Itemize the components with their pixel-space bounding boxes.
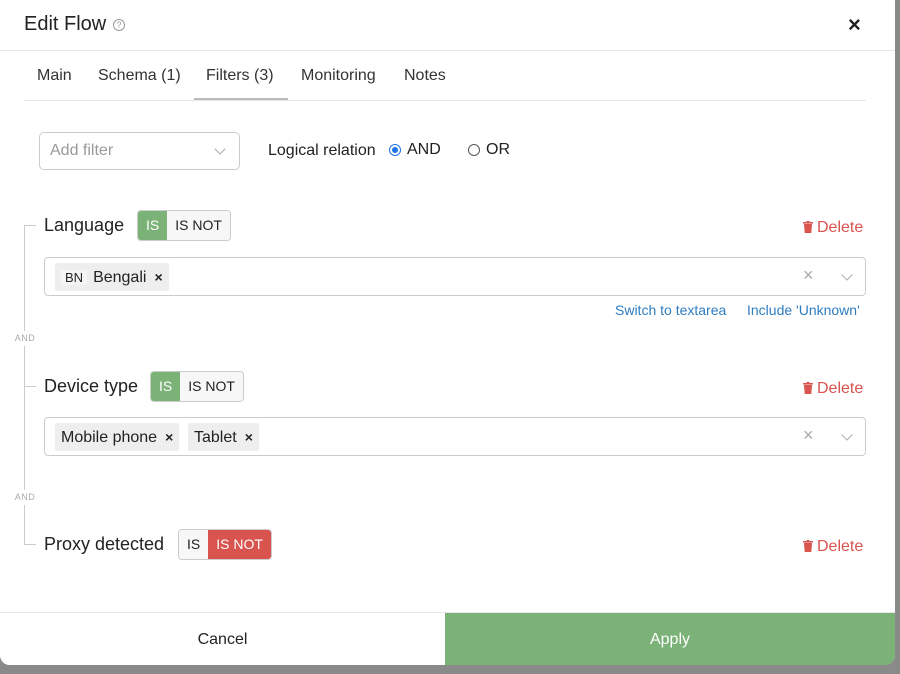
chip-tablet: Tablet × (188, 423, 259, 451)
chip-label: Tablet (194, 429, 237, 446)
is-option[interactable]: IS (151, 372, 181, 401)
is-toggle-proxy-detected: IS IS NOT (178, 529, 272, 560)
add-filter-placeholder: Add filter (50, 142, 114, 159)
modal-footer: Cancel Apply (0, 612, 895, 665)
is-not-option[interactable]: IS NOT (180, 372, 243, 401)
trash-icon (803, 221, 813, 233)
delete-label: Delete (817, 538, 864, 555)
is-toggle-device-type: IS IS NOT (150, 371, 244, 402)
clear-icon[interactable]: × (803, 425, 814, 446)
edit-flow-modal: Edit Flow ? × Main Schema (1) Filters (3… (0, 0, 895, 665)
filter-label-proxy-detected: Proxy detected (44, 534, 165, 554)
modal-header: Edit Flow ? × (0, 0, 895, 51)
language-multiselect[interactable]: BN Bengali × × (44, 257, 866, 296)
cancel-button[interactable]: Cancel (0, 613, 445, 665)
tree-connector (24, 386, 36, 387)
and-separator: AND (9, 331, 41, 346)
chip-remove-icon[interactable]: × (245, 429, 253, 445)
is-option[interactable]: IS (138, 211, 168, 240)
delete-filter-proxy-detected[interactable]: Delete (803, 538, 863, 556)
chevron-down-icon[interactable] (841, 429, 853, 441)
is-toggle-language: IS IS NOT (137, 210, 231, 241)
include-unknown-link[interactable]: Include 'Unknown' (747, 302, 860, 318)
radio-or[interactable] (468, 144, 480, 156)
tab-bar: Main Schema (1) Filters (3) Monitoring N… (24, 52, 866, 101)
language-code: BN (61, 270, 88, 285)
is-not-option[interactable]: IS NOT (167, 211, 230, 240)
modal-title: Edit Flow (24, 13, 107, 35)
is-option[interactable]: IS (179, 530, 209, 559)
tab-schema[interactable]: Schema (1) (98, 67, 181, 85)
tab-filters[interactable]: Filters (3) (206, 67, 274, 85)
switch-to-textarea-link[interactable]: Switch to textarea (615, 302, 726, 318)
chip-bengali: BN Bengali × (55, 263, 169, 291)
chip-label: Bengali (93, 269, 147, 286)
add-filter-select[interactable]: Add filter (39, 132, 240, 170)
radio-and-label[interactable]: AND (407, 141, 441, 159)
trash-icon (803, 540, 813, 552)
trash-icon (803, 382, 813, 394)
active-tab-indicator (194, 98, 288, 100)
filter-label-device-type: Device type (44, 376, 139, 396)
tab-notes[interactable]: Notes (404, 67, 446, 85)
apply-button[interactable]: Apply (445, 613, 895, 665)
delete-label: Delete (817, 380, 864, 397)
close-icon[interactable]: × (848, 12, 861, 38)
filter-label-language: Language (44, 215, 125, 235)
clear-icon[interactable]: × (803, 265, 814, 286)
delete-filter-language[interactable]: Delete (803, 219, 863, 237)
radio-or-label[interactable]: OR (486, 141, 510, 159)
device-type-multiselect[interactable]: Mobile phone × Tablet × × (44, 417, 866, 456)
tab-main[interactable]: Main (37, 67, 72, 85)
delete-filter-device-type[interactable]: Delete (803, 380, 863, 398)
chip-mobile-phone: Mobile phone × (55, 423, 180, 451)
chip-remove-icon[interactable]: × (165, 429, 173, 445)
tree-connector (24, 544, 36, 545)
tab-monitoring[interactable]: Monitoring (301, 67, 376, 85)
delete-label: Delete (817, 219, 864, 236)
tree-connector (24, 225, 36, 226)
is-not-option[interactable]: IS NOT (208, 530, 271, 559)
help-icon[interactable]: ? (113, 19, 125, 31)
chip-label: Mobile phone (61, 429, 158, 446)
chip-remove-icon[interactable]: × (154, 269, 162, 285)
logical-relation-label: Logical relation (268, 142, 376, 159)
and-separator: AND (9, 490, 41, 505)
chevron-down-icon[interactable] (841, 269, 853, 281)
chevron-down-icon (214, 143, 226, 155)
radio-and[interactable] (389, 144, 401, 156)
